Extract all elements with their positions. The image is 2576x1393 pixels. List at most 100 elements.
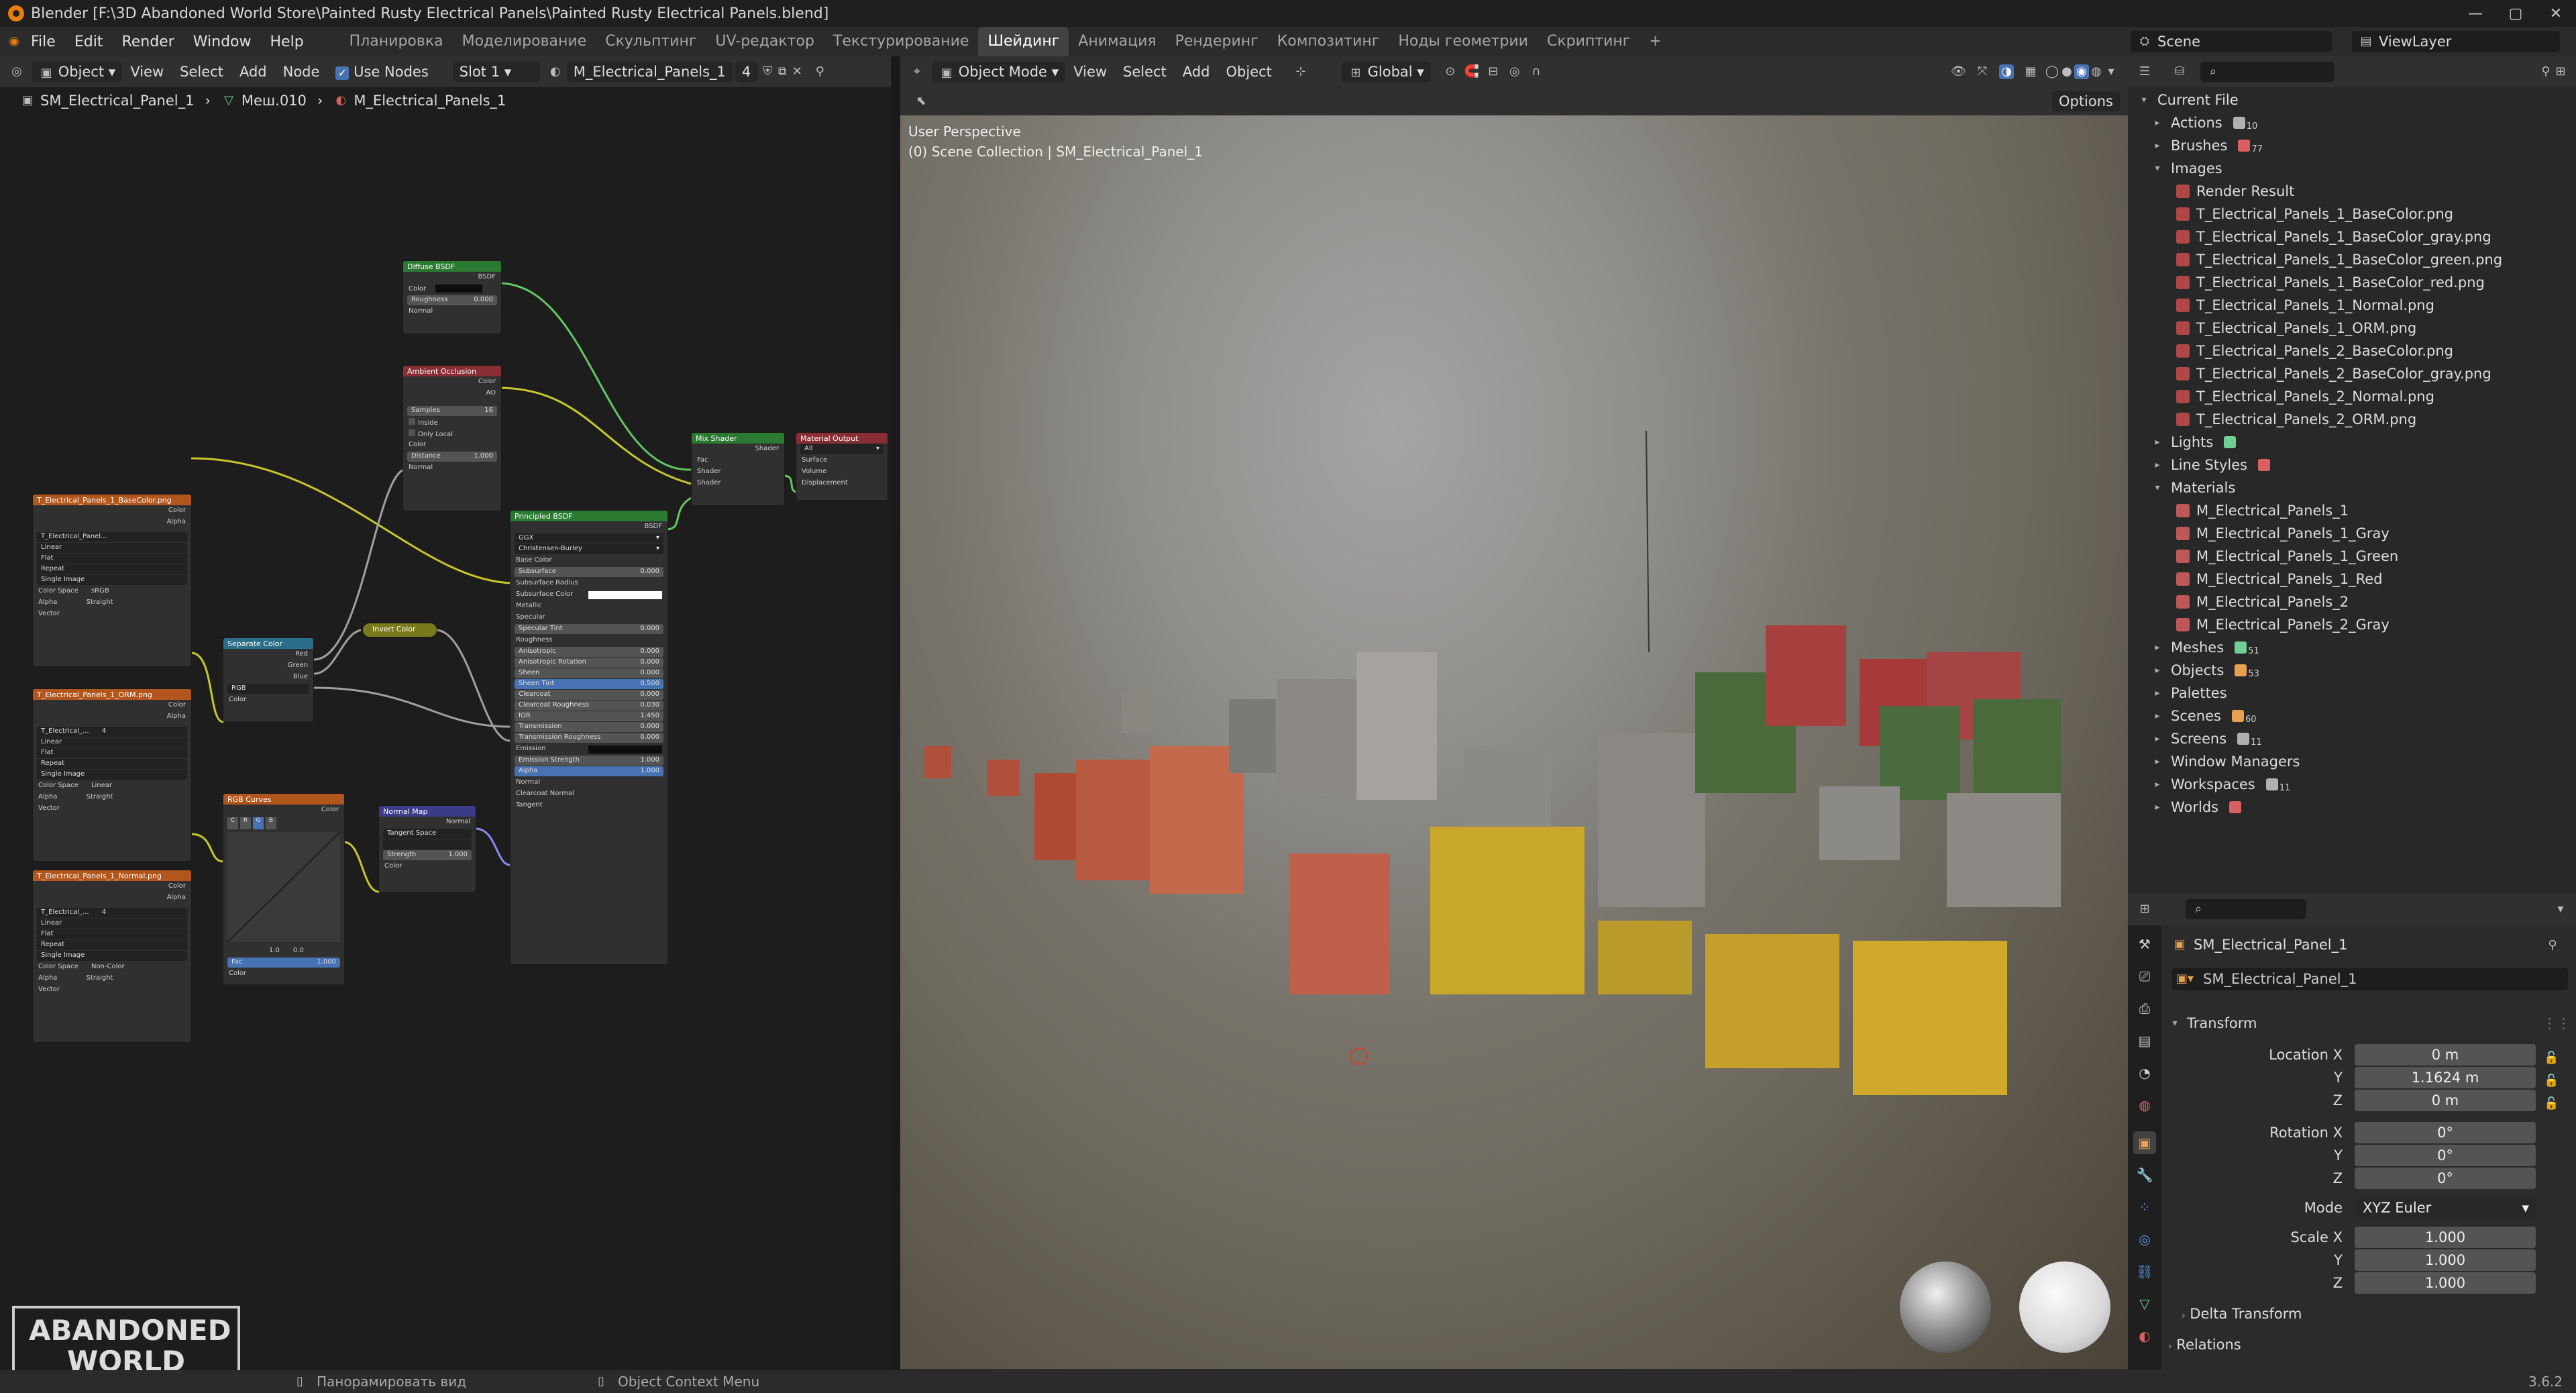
tab-animation[interactable]: Анимация [1069, 27, 1165, 56]
editor-type-icon[interactable]: ☰ [2137, 64, 2152, 79]
outliner-item[interactable]: M_Electrical_Panels_2 [2128, 590, 2576, 613]
alpha-row[interactable]: Alpha Straight [33, 792, 191, 803]
outliner-item[interactable]: T_Electrical_Panels_1_Normal.png [2128, 294, 2576, 317]
render-tab-icon[interactable]: ⎚ [2133, 965, 2156, 988]
tab-layout[interactable]: Планировка [340, 27, 453, 56]
close-icon[interactable]: ✕ [2536, 0, 2576, 27]
collapse-icon[interactable]: ▾ [2553, 902, 2568, 917]
image-selector[interactable]: T_Electrical_... 4 [37, 727, 187, 737]
orientation-dropdown[interactable]: ⊞ Global ▾ [1341, 61, 1431, 83]
color-space-row[interactable]: Color Space Linear [33, 780, 191, 792]
pin-icon[interactable]: ⚲ [2545, 938, 2560, 953]
display-mode-icon[interactable]: ⛁ [2172, 64, 2187, 79]
outliner-item[interactable]: T_Electrical_Panels_2_BaseColor_gray.png [2128, 362, 2576, 385]
extension-dropdown[interactable]: Repeat [37, 940, 187, 950]
tab-rendering[interactable]: Рендеринг [1166, 27, 1268, 56]
proportional-edit-icon[interactable]: ◎ [1507, 64, 1522, 79]
lock-icon[interactable]: 🔓 [2544, 1047, 2571, 1070]
falloff-icon[interactable]: ∩ [1529, 64, 1544, 79]
menu-view[interactable]: View [1065, 64, 1115, 80]
area-divider[interactable] [891, 56, 900, 1370]
mix-shader-node[interactable]: Mix Shader Shader Fac Shader Shader [691, 432, 785, 506]
interpolation-dropdown[interactable]: Linear [37, 543, 187, 553]
properties-search-input[interactable]: ⌕ [2186, 899, 2306, 919]
source-dropdown[interactable]: Single Image [37, 770, 187, 780]
tab-c[interactable]: C [227, 817, 238, 829]
roughness-field[interactable]: Roughness 0.000 [407, 295, 497, 305]
outliner-search-input[interactable]: ⌕ [2200, 62, 2334, 82]
outliner-category[interactable]: ▸ Scenes 60 [2128, 705, 2576, 727]
menu-render[interactable]: Render [112, 34, 183, 50]
tab-r[interactable]: R [240, 817, 251, 829]
object-datablock-field[interactable]: ▣▾ SM_Electrical_Panel_1 [2172, 968, 2568, 990]
outliner-item[interactable]: M_Electrical_Panels_1_Gray [2128, 522, 2576, 545]
principled-input-row[interactable]: Sheen 0.000 [515, 668, 663, 678]
outliner-root[interactable]: ▾ Current File [2128, 89, 2576, 111]
outliner-item[interactable]: T_Electrical_Panels_1_BaseColor_red.png [2128, 271, 2576, 294]
editor-type-icon[interactable]: ⌖ [910, 64, 924, 79]
pivot-point-icon[interactable]: ⊙ [1443, 64, 1458, 79]
expand-right-icon[interactable]: ▸ [2151, 779, 2164, 790]
tab-g[interactable]: G [253, 817, 264, 829]
source-dropdown[interactable]: Single Image [37, 951, 187, 961]
constraints-tab-icon[interactable]: ⛓ [2133, 1260, 2156, 1283]
mode-dropdown[interactable]: ▣ Object Mode ▾ [932, 61, 1066, 83]
outliner-item[interactable]: M_Electrical_Panels_1 [2128, 499, 2576, 522]
expand-right-icon[interactable]: ▸ [2151, 756, 2164, 767]
expand-right-icon[interactable]: ▸ [2151, 665, 2164, 676]
fac-field[interactable]: Fac 1.000 [227, 958, 340, 968]
space-dropdown[interactable]: Tangent Space [383, 829, 472, 839]
menu-file[interactable]: File [21, 34, 65, 50]
material-tab-icon[interactable]: ◐ [2133, 1325, 2156, 1347]
scene-tab-icon[interactable]: ◔ [2133, 1062, 2156, 1084]
scale-z-field[interactable]: 1.000 [2355, 1272, 2536, 1294]
tab-scripting[interactable]: Скриптинг [1538, 27, 1640, 56]
physics-tab-icon[interactable]: ◎ [2133, 1228, 2156, 1251]
image-texture-basecolor-node[interactable]: T_Electrical_Panels_1_BaseColor.png Colo… [32, 494, 192, 667]
rgb-curves-node[interactable]: RGB Curves Color C R G B 1.0 0.0 Fac 1.000… [223, 793, 345, 985]
outliner-category[interactable]: ▸ Objects 53 [2128, 659, 2576, 682]
scene-selector[interactable]: ⛭ Scene [2131, 31, 2332, 52]
view-layer-tab-icon[interactable]: ▤ [2133, 1029, 2156, 1052]
expand-right-icon[interactable]: ▸ [2151, 688, 2164, 699]
curve-point-values[interactable]: 1.0 0.0 [223, 945, 344, 957]
image-selector[interactable]: T_Electrical_... 4 [37, 908, 187, 918]
outliner-category[interactable]: ▸ Lights [2128, 431, 2576, 454]
options-button[interactable]: Options [2051, 91, 2120, 111]
maximize-icon[interactable]: ▢ [2496, 0, 2536, 27]
color-row[interactable]: Color [403, 283, 501, 295]
strength-field[interactable]: Strength 1.000 [383, 850, 472, 860]
principled-bsdf-node[interactable]: Principled BSDF BSDF GGX ▾ Christensen-Bu… [510, 510, 668, 965]
projection-dropdown[interactable]: Flat [37, 554, 187, 564]
view-layer-selector[interactable]: ▤ ViewLayer [2352, 31, 2560, 52]
expand-right-icon[interactable]: ▸ [2151, 117, 2164, 128]
solid-shading-icon[interactable]: ● [2059, 64, 2074, 79]
shader-node-editor[interactable]: ◎ ▣ Object ▾ View Select Add Node ✓ Use … [0, 56, 891, 1386]
blender-menu-icon[interactable]: ◉ [7, 34, 21, 49]
xray-icon[interactable]: ▦ [2023, 64, 2038, 79]
projection-dropdown[interactable]: Flat [37, 929, 187, 939]
principled-input-row[interactable]: Alpha 1.000 [515, 766, 663, 776]
rendered-shading-icon[interactable]: ◍ [2089, 64, 2104, 79]
subsurface-method-dropdown[interactable]: Christensen-Burley ▾ [515, 544, 663, 554]
extension-dropdown[interactable]: Repeat [37, 564, 187, 574]
projection-dropdown[interactable]: Flat [37, 748, 187, 758]
minimize-icon[interactable]: — [2455, 0, 2496, 27]
tab-sculpting[interactable]: Скульптинг [596, 27, 706, 56]
inside-checkbox[interactable]: Inside [403, 417, 501, 428]
expand-down-icon[interactable]: ▾ [2137, 95, 2151, 105]
invert-color-node[interactable]: Invert Color [362, 623, 437, 637]
outliner-category[interactable]: ▸ Worlds [2128, 796, 2576, 819]
rotation-x-field[interactable]: 0° [2355, 1122, 2536, 1143]
rotation-y-field[interactable]: 0° [2355, 1145, 2536, 1166]
data-tab-icon[interactable]: ▽ [2133, 1292, 2156, 1315]
location-y-field[interactable]: 1.1624 m [2355, 1067, 2536, 1088]
samples-field[interactable]: Samples 16 [407, 406, 497, 416]
uv-map-field[interactable] [383, 839, 472, 849]
lock-icon[interactable]: 🔓 [2544, 1092, 2571, 1115]
principled-input-row[interactable]: Transmission 0.000 [515, 722, 663, 732]
relations-panel[interactable]: › Relations [2168, 1337, 2241, 1353]
outliner-item[interactable]: T_Electrical_Panels_1_BaseColor_green.pn… [2128, 248, 2576, 271]
diffuse-bsdf-node[interactable]: Diffuse BSDF BSDF Color Roughness 0.000 N… [402, 260, 502, 334]
expand-right-icon[interactable]: ▸ [2151, 733, 2164, 744]
